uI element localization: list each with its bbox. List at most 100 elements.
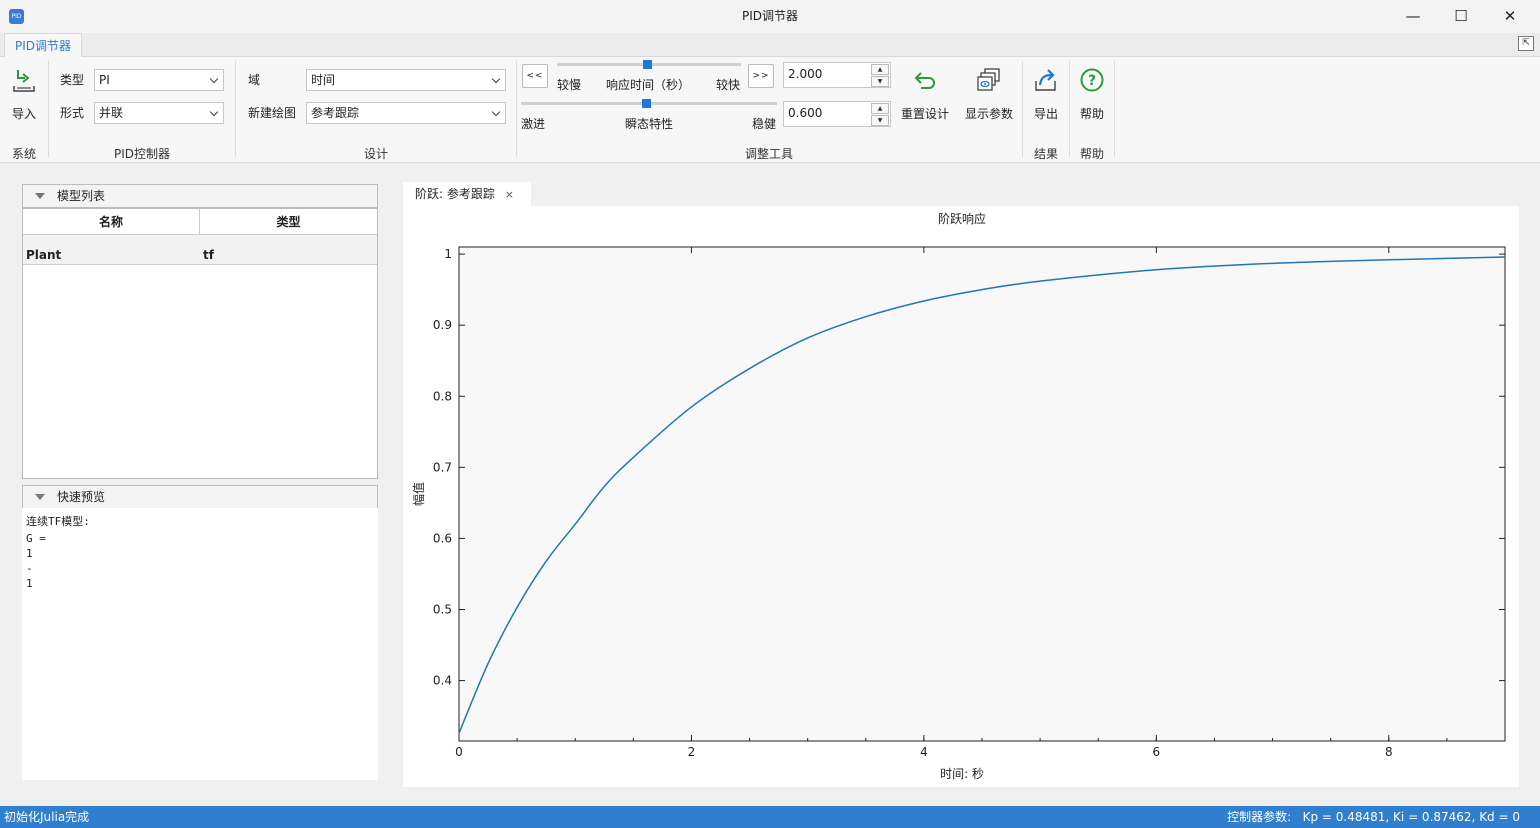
import-icon: [4, 63, 44, 97]
separator: [1022, 61, 1023, 157]
x-tick-label: 4: [920, 745, 928, 759]
chevron-down-icon: [209, 74, 219, 84]
export-button[interactable]: 导出: [1026, 63, 1066, 122]
preview-title: 快速预览: [57, 490, 106, 504]
separator: [1069, 61, 1070, 157]
step-response-chart: 阶跃响应 0 2 4 6 8 0.4 0.5 0.6 0.7 0.8 0.9 1 时间: 秒 幅值: [411, 211, 1506, 781]
group-label-help: 帮助: [1079, 147, 1104, 161]
y-tick-label: 0.4: [433, 674, 452, 688]
svg-text:?: ?: [1088, 73, 1096, 89]
preview-line: -: [26, 562, 33, 575]
type-combobox[interactable]: PI: [94, 69, 224, 91]
minimize-button[interactable]: —: [1390, 0, 1436, 33]
window-title: PID调节器: [741, 9, 799, 23]
status-message: 初始化Julia完成: [4, 810, 90, 824]
controller-parameters: 控制器参数: Kp = 0.48481, Ki = 0.87462, Kd = …: [1227, 810, 1520, 824]
x-tick-label: 0: [455, 745, 463, 759]
transient-value: 0.600: [788, 106, 823, 120]
table-cell-type[interactable]: tf: [200, 235, 377, 265]
group-label-pid: PID控制器: [113, 147, 171, 161]
preview-line: 1: [26, 577, 33, 590]
ribbon: 导入 系统 类型 PI 形式 并联 PID控制器 域 时间 新建绘图 参考跟踪 …: [0, 57, 1540, 163]
collapse-triangle-icon: [35, 193, 45, 199]
y-axis-label: 幅值: [411, 482, 426, 506]
reset-design-button[interactable]: 重置设计: [898, 63, 952, 122]
robust-label: 稳健: [752, 117, 777, 131]
chevron-down-icon: [491, 107, 501, 117]
plot-tab-label: 阶跃: 参考跟踪: [415, 187, 495, 201]
title-bar: PID调节器 PID — ☐ ✕: [0, 0, 1540, 33]
chart-title: 阶跃响应: [938, 211, 986, 226]
separator: [1114, 61, 1115, 157]
preview-line: 连续TF模型:: [26, 515, 90, 528]
form-combobox[interactable]: 并联: [94, 102, 224, 124]
transient-label: 瞬态特性: [625, 117, 674, 131]
x-tick-label: 8: [1385, 745, 1393, 759]
group-label-design: 设计: [363, 147, 388, 161]
x-tick-label: 6: [1153, 745, 1161, 759]
type-value: PI: [99, 73, 110, 87]
response-time-label: 响应时间（秒）: [606, 78, 691, 92]
table-cell-name[interactable]: Plant: [23, 235, 200, 265]
column-header-name[interactable]: 名称: [23, 209, 200, 235]
response-time-spinbox[interactable]: 2.000 ▲ ▼: [783, 62, 891, 88]
model-list-title: 模型列表: [57, 189, 106, 203]
model-list-header[interactable]: 模型列表: [22, 184, 378, 208]
maximize-button[interactable]: ☐: [1438, 0, 1484, 33]
chevron-down-icon: [491, 74, 501, 84]
parameters-icon: [962, 63, 1016, 97]
spin-up-icon[interactable]: ▲: [871, 64, 889, 75]
transient-spinbox[interactable]: 0.600 ▲ ▼: [783, 101, 891, 127]
y-tick-label: 0.6: [433, 531, 452, 545]
faster-button[interactable]: >>: [748, 64, 774, 88]
group-label-system: 系统: [11, 147, 36, 161]
separator: [516, 61, 517, 157]
type-label: 类型: [60, 73, 85, 87]
aggressive-label: 激进: [521, 117, 546, 131]
domain-combobox[interactable]: 时间: [306, 69, 506, 91]
form-label: 形式: [60, 106, 85, 120]
help-button[interactable]: ? 帮助: [1072, 63, 1112, 122]
reset-design-label: 重置设计: [900, 107, 949, 121]
slower-button[interactable]: <<: [522, 64, 548, 88]
show-params-label: 显示参数: [964, 107, 1013, 121]
form-value: 并联: [99, 106, 124, 120]
separator: [235, 61, 236, 157]
export-icon: [1026, 63, 1066, 97]
close-button[interactable]: ✕: [1487, 0, 1533, 33]
axes: [458, 246, 1506, 742]
y-tick-label: 0.7: [433, 460, 452, 474]
y-tick-label: 1: [444, 247, 452, 261]
slower-label: 较慢: [557, 78, 582, 92]
y-tick-label: 0.8: [433, 389, 452, 403]
collapse-triangle-icon: [35, 494, 45, 500]
transient-slider-thumb[interactable]: [642, 99, 652, 108]
model-table: 名称 类型 Plant tf: [22, 208, 378, 479]
new-plot-label: 新建绘图: [248, 106, 297, 120]
separator: [48, 61, 49, 157]
import-label: 导入: [11, 107, 36, 121]
plot-area: 阶跃响应 0 2 4 6 8 0.4 0.5 0.6 0.7 0.8 0.9 1 时间: 秒 幅值: [403, 206, 1519, 787]
show-params-button[interactable]: 显示参数: [962, 63, 1016, 122]
plot-tab[interactable]: 阶跃: 参考跟踪 ×: [403, 182, 531, 206]
column-header-type[interactable]: 类型: [200, 209, 377, 235]
faster-label: 较快: [716, 78, 741, 92]
preview-line: G =: [26, 532, 46, 545]
undo-icon: [898, 63, 952, 97]
y-tick-label: 0.5: [433, 603, 452, 617]
spin-down-icon[interactable]: ▼: [871, 115, 889, 126]
preview-header[interactable]: 快速预览: [22, 485, 378, 509]
spin-down-icon[interactable]: ▼: [871, 76, 889, 87]
new-plot-combobox[interactable]: 参考跟踪: [306, 102, 506, 124]
response-time-value: 2.000: [788, 67, 823, 81]
close-icon[interactable]: ×: [505, 188, 514, 201]
import-button[interactable]: 导入: [4, 63, 44, 122]
tab-pid-tuner[interactable]: PID调节器: [4, 33, 83, 57]
domain-label: 域: [248, 73, 261, 87]
ribbon-collapse-icon[interactable]: ⇱: [1518, 36, 1534, 51]
new-plot-value: 参考跟踪: [311, 106, 360, 120]
spin-up-icon[interactable]: ▲: [871, 103, 889, 114]
chevron-down-icon: [209, 107, 219, 117]
response-time-slider-thumb[interactable]: [643, 60, 653, 69]
x-tick-label: 2: [688, 745, 696, 759]
